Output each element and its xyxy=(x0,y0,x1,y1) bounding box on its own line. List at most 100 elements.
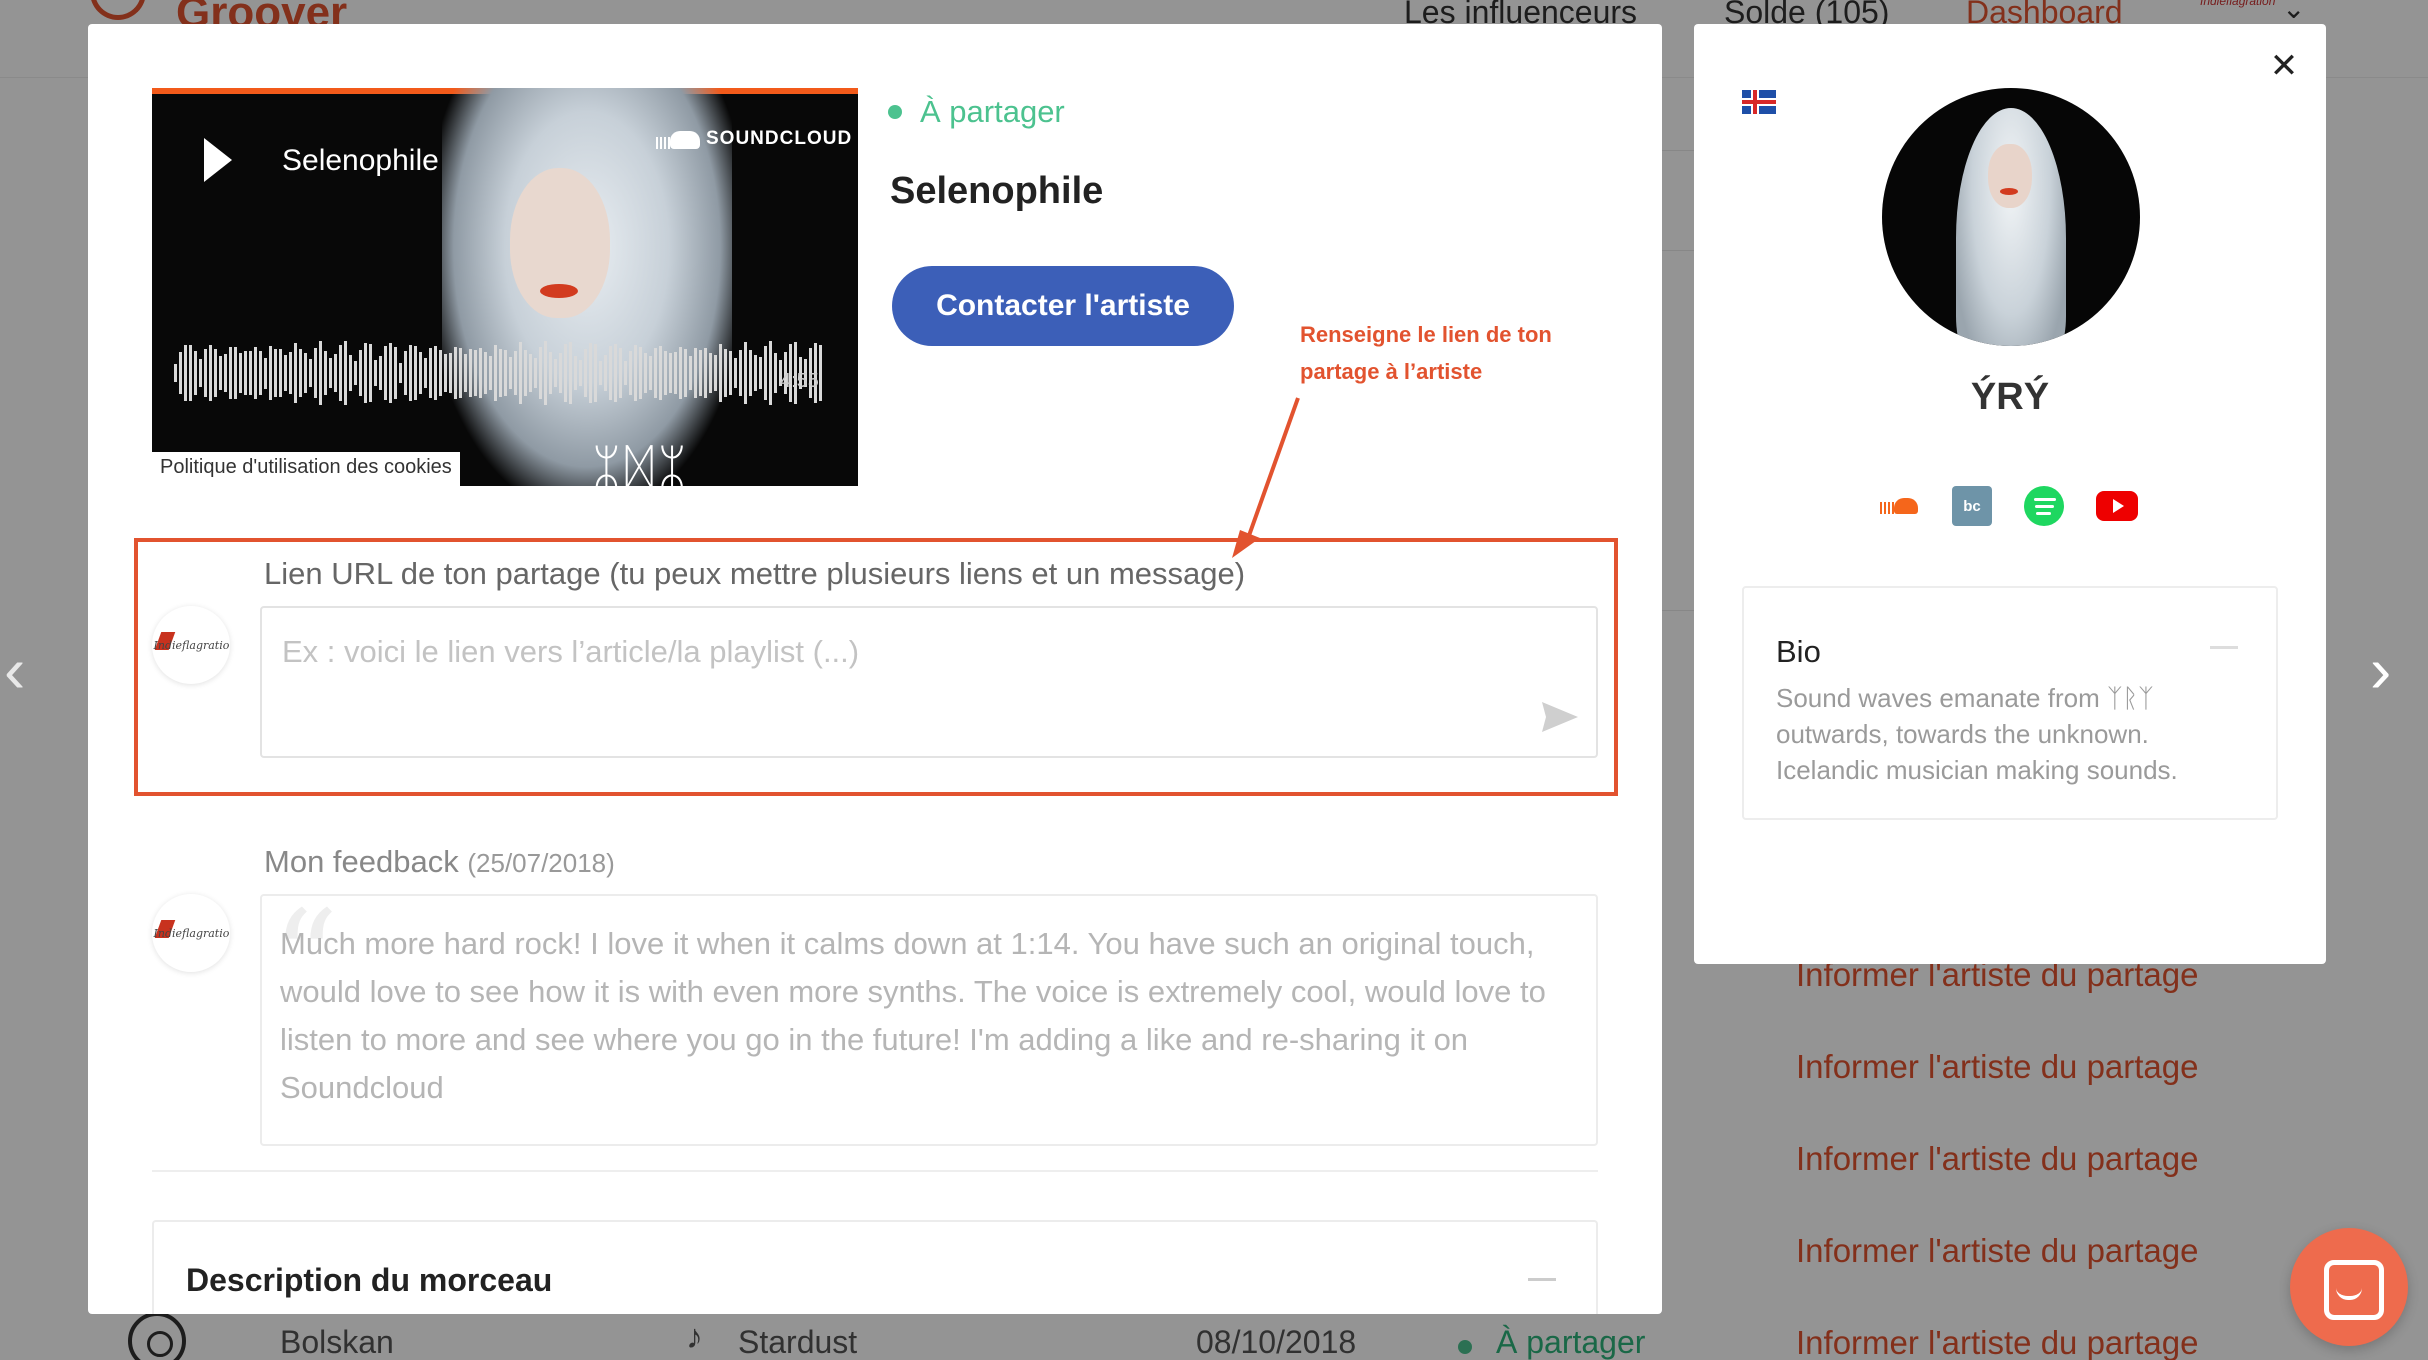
waveform-bar xyxy=(569,341,572,405)
close-icon[interactable]: ✕ xyxy=(2264,46,2304,86)
spotify-icon[interactable] xyxy=(2024,486,2064,526)
waveform-bar xyxy=(689,355,692,391)
waveform-bar xyxy=(584,348,587,398)
waveform-bar xyxy=(634,345,637,401)
waveform-bar xyxy=(239,353,242,393)
waveform-bar xyxy=(419,352,422,394)
waveform-bar xyxy=(669,353,672,393)
waveform-bar xyxy=(649,356,652,390)
waveform-bar xyxy=(544,341,547,405)
curator-avatar: Indieflagration xyxy=(152,894,230,972)
bio-title: Bio xyxy=(1776,634,1821,669)
waveform-bar xyxy=(404,351,407,395)
section-divider xyxy=(152,1170,1598,1172)
waveform-bar xyxy=(394,347,397,399)
waveform-bar xyxy=(609,345,612,401)
waveform[interactable] xyxy=(174,338,836,408)
waveform-bar xyxy=(819,345,822,401)
waveform-bar xyxy=(344,341,347,405)
soundcloud-icon[interactable] xyxy=(1880,486,1920,526)
annotation-line-2: partage à l’artiste xyxy=(1300,359,1483,384)
waveform-bar xyxy=(724,349,727,397)
waveform-bar xyxy=(674,352,677,394)
youtube-icon[interactable] xyxy=(2096,491,2138,521)
waveform-bar xyxy=(614,343,617,403)
waveform-bar xyxy=(289,352,292,394)
waveform-bar xyxy=(484,351,487,395)
curator-avatar-label: Indieflagration xyxy=(153,926,230,940)
waveform-bar xyxy=(574,356,577,390)
waveform-bar xyxy=(219,355,222,391)
waveform-bar xyxy=(744,341,747,405)
waveform-bar xyxy=(439,349,442,397)
send-icon[interactable] xyxy=(1542,702,1578,732)
waveform-bar xyxy=(414,345,417,401)
play-icon[interactable] xyxy=(204,138,232,182)
waveform-bar xyxy=(434,345,437,401)
waveform-bar xyxy=(389,343,392,403)
feedback-text: Much more hard rock! I love it when it c… xyxy=(280,926,1546,1105)
player-track-title[interactable]: Selenophile xyxy=(282,144,439,178)
waveform-bar xyxy=(764,346,767,400)
waveform-bar xyxy=(299,349,302,397)
waveform-bar xyxy=(329,357,332,389)
waveform-bar xyxy=(529,353,532,393)
iceland-flag-icon xyxy=(1742,90,1776,114)
waveform-bar xyxy=(709,352,712,394)
soundcloud-logo[interactable]: SOUNDCLOUD xyxy=(656,124,856,154)
waveform-bar xyxy=(444,354,447,392)
waveform-bar xyxy=(499,349,502,397)
bio-card: Bio Sound waves emanate from ᛉᚱᛉ outward… xyxy=(1742,586,2278,820)
share-url-input[interactable] xyxy=(260,606,1598,758)
waveform-bar xyxy=(334,354,337,392)
next-arrow-icon[interactable]: › xyxy=(2370,638,2410,702)
waveform-bar xyxy=(354,360,357,385)
waveform-bar xyxy=(364,343,367,403)
track-title: Selenophile xyxy=(890,170,1104,212)
contact-artist-button[interactable]: Contacter l'artiste xyxy=(892,266,1234,346)
waveform-bar xyxy=(519,342,522,404)
collapse-icon[interactable] xyxy=(1528,1278,1556,1281)
waveform-bar xyxy=(754,355,757,391)
chat-support-icon[interactable] xyxy=(2290,1228,2408,1346)
bandcamp-icon[interactable]: bc xyxy=(1952,486,1992,526)
curator-avatar-label: Indieflagration xyxy=(153,638,230,652)
waveform-bar xyxy=(469,349,472,397)
collapse-icon[interactable] xyxy=(2210,646,2238,649)
cookie-policy-link[interactable]: Politique d'utilisation des cookies xyxy=(152,452,460,486)
feedback-box: “ Much more hard rock! I love it when it… xyxy=(260,882,1598,1146)
description-card: Description du morceau xyxy=(152,1220,1598,1314)
curator-avatar: Indieflagration xyxy=(152,606,230,684)
waveform-bar xyxy=(759,356,762,390)
waveform-bar xyxy=(374,359,377,387)
waveform-bar xyxy=(774,353,777,393)
waveform-bar xyxy=(494,345,497,401)
waveform-bar xyxy=(259,350,262,396)
waveform-bar xyxy=(694,348,697,398)
waveform-bar xyxy=(599,361,602,385)
track-duration: 4:55 xyxy=(780,370,819,392)
artist-avatar-lips xyxy=(2000,188,2018,195)
previous-arrow-icon[interactable]: ‹ xyxy=(4,638,44,702)
feedback-title: Mon feedback xyxy=(264,844,459,879)
waveform-bar xyxy=(384,346,387,400)
soundcloud-icon xyxy=(656,129,700,149)
waveform-bar xyxy=(619,348,622,398)
waveform-bar xyxy=(284,355,287,391)
artist-panel: ✕ ÝRÝ bc Bio Sound waves emanate from ᛉᚱ… xyxy=(1694,24,2326,964)
waveform-bar xyxy=(399,362,402,384)
waveform-bar xyxy=(589,343,592,403)
waveform-bar xyxy=(509,356,512,390)
waveform-bar xyxy=(274,349,277,397)
annotation-line-1: Renseigne le lien de ton xyxy=(1300,322,1552,347)
waveform-bar xyxy=(244,350,247,396)
status-dot-icon xyxy=(888,105,902,119)
waveform-bar xyxy=(424,357,427,389)
waveform-bar xyxy=(474,350,477,396)
soundcloud-player[interactable]: Selenophile SOUNDCLOUD 4:55 ᛯᛞᛯ Politiqu… xyxy=(152,88,858,486)
waveform-bar xyxy=(524,349,527,397)
waveform-bar xyxy=(209,345,212,401)
waveform-bar xyxy=(464,354,467,392)
waveform-bar xyxy=(264,357,267,389)
waveform-bar xyxy=(624,361,627,385)
